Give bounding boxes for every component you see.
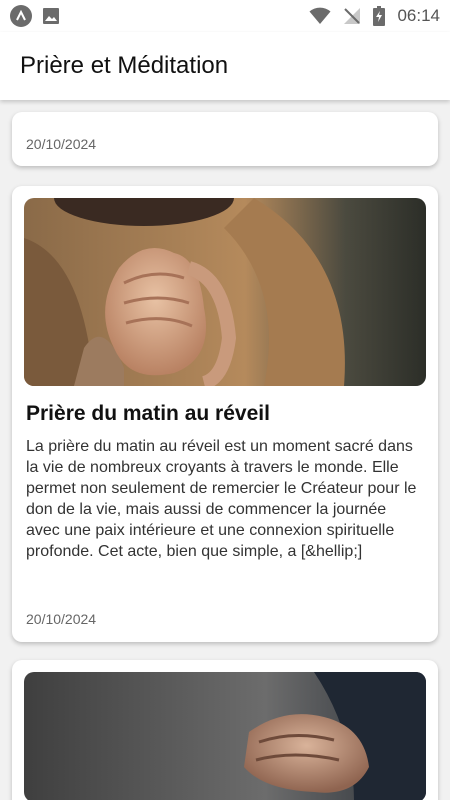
clock: 06:14 <box>397 6 440 25</box>
article-title[interactable]: Prière du matin au réveil <box>26 402 270 426</box>
wifi-icon <box>309 7 331 24</box>
app-launcher-icon <box>10 5 32 27</box>
article-excerpt: La prière du matin au réveil est un mome… <box>26 438 417 560</box>
article-date: 20/10/2024 <box>26 136 97 152</box>
praying-hands-photo <box>24 198 426 386</box>
app-bar: Prière et Méditation <box>0 32 450 100</box>
article-date: 20/10/2024 <box>26 611 97 627</box>
image-icon <box>43 8 59 24</box>
battery-icon <box>373 6 386 26</box>
article-image[interactable] <box>24 198 426 386</box>
status-bar: 06:14 <box>0 0 450 32</box>
article-image[interactable] <box>24 672 426 800</box>
article-feed[interactable]: 20/10/2024 Prière du matin au réveil La … <box>0 100 450 800</box>
no-signal-icon <box>344 8 361 24</box>
page-title: Prière et Méditation <box>20 52 229 79</box>
praying-hands-photo-2 <box>24 672 426 800</box>
article-card[interactable] <box>12 660 438 800</box>
article-card[interactable]: 20/10/2024 <box>12 112 438 166</box>
article-card[interactable]: Prière du matin au réveil La prière du m… <box>12 186 438 642</box>
